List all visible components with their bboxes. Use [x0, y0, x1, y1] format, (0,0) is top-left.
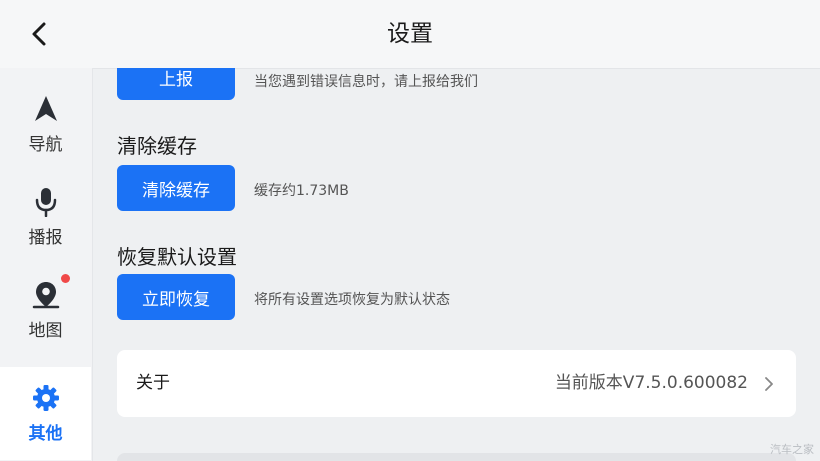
- cache-size-text: 缓存约1.73MB: [254, 183, 349, 199]
- sidebar-item-other[interactable]: 其他: [0, 367, 91, 460]
- map-pin-icon: [32, 282, 59, 309]
- sidebar-item-label: 其他: [28, 424, 63, 444]
- microphone-icon: [35, 188, 56, 217]
- version-text: 当前版本V7.5.0.600082: [554, 373, 748, 393]
- clear-cache-button[interactable]: 清除缓存: [117, 165, 235, 211]
- restore-description: 将所有设置选项恢复为默认状态: [254, 292, 450, 308]
- watermark-text: 汽车之家: [770, 443, 814, 456]
- page-title: 设置: [387, 21, 433, 47]
- next-card-partial: [117, 453, 796, 461]
- report-button[interactable]: 上报: [117, 68, 235, 100]
- sidebar-item-navigation[interactable]: 导航: [0, 78, 91, 171]
- settings-content: 上报 当您遇到错误信息时，请上报给我们 清除缓存 清除缓存 缓存约1.73MB …: [92, 68, 820, 461]
- about-label: 关于: [136, 373, 170, 393]
- sidebar-item-broadcast[interactable]: 播报: [0, 171, 91, 264]
- sidebar-item-label: 地图: [28, 321, 63, 341]
- sidebar-item-map[interactable]: 地图: [0, 264, 91, 357]
- notification-dot: [60, 274, 70, 283]
- gear-icon: [32, 385, 59, 411]
- sidebar-item-label: 导航: [28, 135, 63, 155]
- restore-now-button[interactable]: 立即恢复: [117, 274, 235, 320]
- chevron-right-icon: [765, 377, 773, 391]
- clear-cache-title: 清除缓存: [117, 134, 197, 158]
- navigation-arrow-icon: [34, 96, 57, 121]
- header-bar: 设置: [0, 0, 820, 69]
- sidebar: 导航 播报 地图 其他: [0, 68, 93, 461]
- about-row[interactable]: 关于 当前版本V7.5.0.600082: [117, 350, 796, 417]
- report-description: 当您遇到错误信息时，请上报给我们: [254, 74, 478, 90]
- restore-defaults-title: 恢复默认设置: [117, 245, 237, 269]
- sidebar-item-label: 播报: [28, 228, 63, 248]
